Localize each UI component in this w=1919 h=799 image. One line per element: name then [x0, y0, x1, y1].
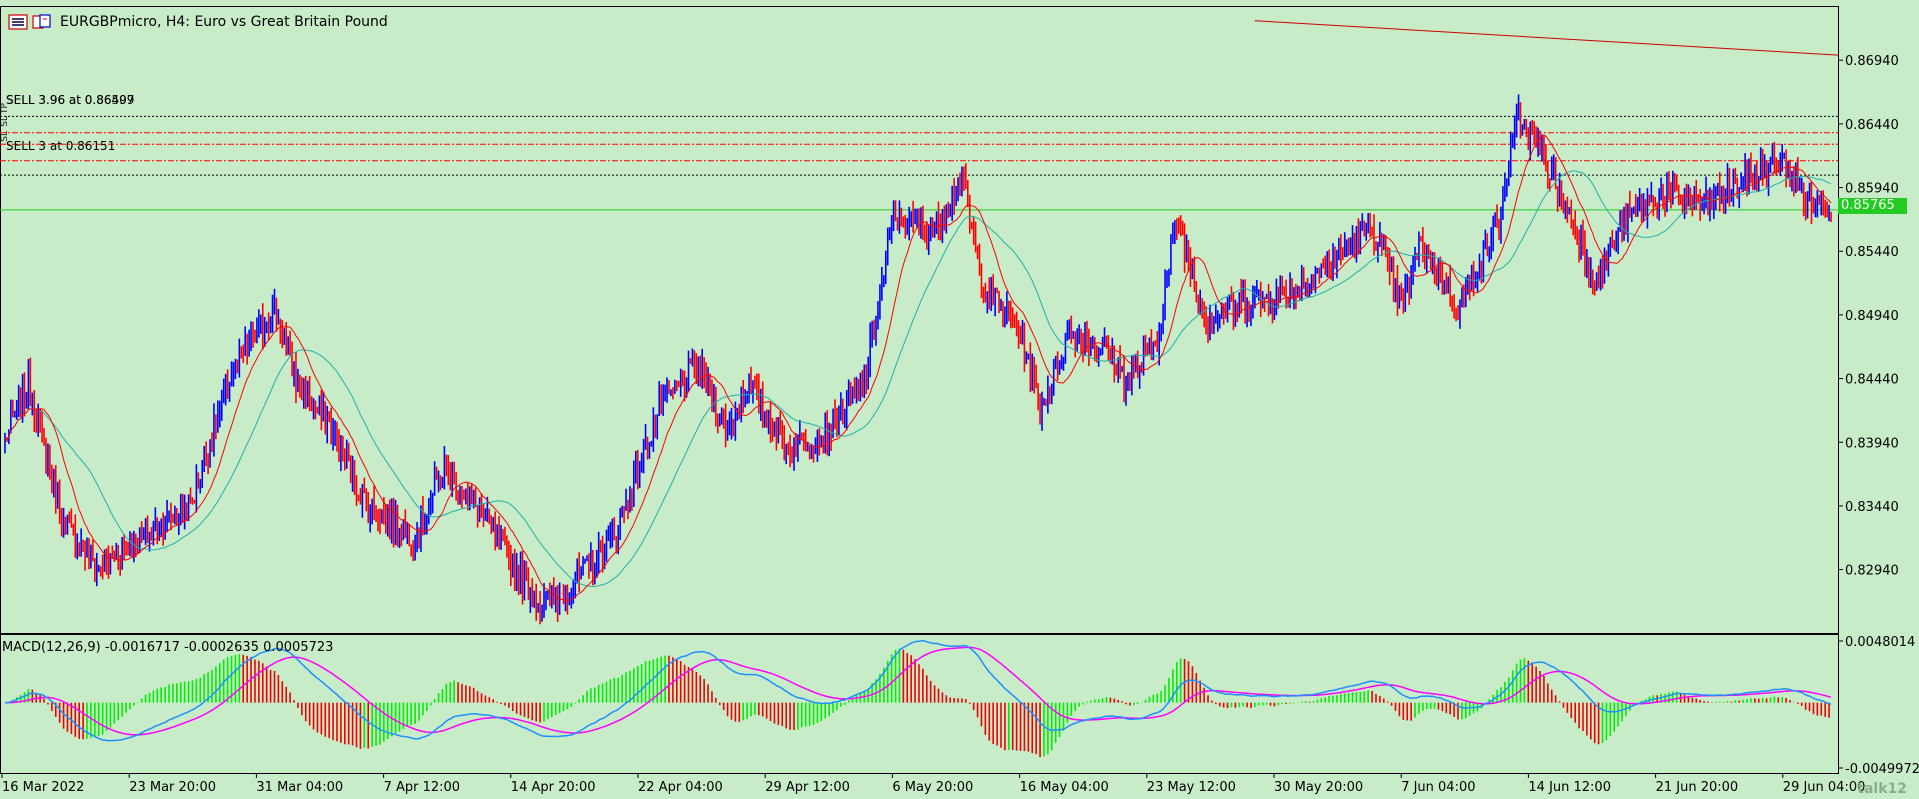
- time-tick-label: 7 Jun 04:00: [1401, 780, 1475, 795]
- time-tick-label: 31 Mar 04:00: [256, 780, 343, 795]
- chart-header: EURGBPmicro, H4: Euro vs Great Britain P…: [8, 13, 388, 31]
- time-tick-label: 30 May 20:00: [1274, 780, 1363, 795]
- symbol-icon[interactable]: [32, 14, 52, 30]
- trend-line: [1254, 20, 1839, 56]
- time-tick-label: 16 May 04:00: [1020, 780, 1109, 795]
- time-tick-label: 23 Mar 20:00: [129, 780, 216, 795]
- price-tick-label: 0.85940: [1845, 182, 1899, 197]
- time-tick-label: 29 Apr 12:00: [765, 780, 850, 795]
- time-tick-label: 21 Jun 20:00: [1656, 780, 1739, 795]
- watermark: talk12: [1857, 781, 1907, 797]
- time-tick-label: 23 May 12:00: [1147, 780, 1236, 795]
- time-tick-label: 22 Apr 04:00: [638, 780, 723, 795]
- tp-tag: TP: [0, 103, 10, 114]
- price-tick-label: 0.84940: [1845, 309, 1899, 324]
- price-tick-label: 0.84440: [1845, 373, 1899, 388]
- price-tick-label: 0.85440: [1845, 245, 1899, 260]
- price-tick-label: 0.83940: [1845, 436, 1899, 451]
- price-tick-label: 0.82940: [1845, 564, 1899, 579]
- current-price-tag: 0.85765: [1838, 198, 1907, 214]
- sl2-tag: SL: [0, 131, 10, 142]
- time-tick-label: 14 Apr 20:00: [511, 780, 596, 795]
- price-tick-label: 0.86440: [1845, 118, 1899, 133]
- time-tick-label: 6 May 20:00: [892, 780, 973, 795]
- time-tick-label: 14 Jun 12:00: [1528, 780, 1611, 795]
- ma-slow-line: [4, 170, 1832, 588]
- macd-tick-label: -0.0049972: [1845, 762, 1919, 777]
- time-tick-label: 16 Mar 2022: [2, 780, 84, 795]
- macd-indicator-label: MACD(12,26,9) -0.0016717 -0.0002635 0.00…: [2, 640, 334, 655]
- chart-menu-icon[interactable]: [8, 14, 28, 30]
- sell-order-label-b[interactable]: SELL 3.96 at 0.86507: [6, 93, 134, 107]
- symbol-title: EURGBPmicro, H4: Euro vs Great Britain P…: [60, 14, 388, 30]
- time-tick-label: 7 Apr 12:00: [384, 780, 461, 795]
- sell-order-label-c[interactable]: SELL 3 at 0.86151: [6, 139, 115, 153]
- macd-tick-label: 0.0048014: [1845, 635, 1915, 650]
- price-tick-label: 0.83440: [1845, 500, 1899, 515]
- time-tick-label: 29 Jun 04:00: [1783, 780, 1866, 795]
- price-tick-label: 0.86940: [1845, 54, 1899, 69]
- chart-canvas[interactable]: 0.86940 0.86440 0.85940 0.85440 0.84940 0.844…: [0, 0, 1919, 799]
- sl-tag: SL: [0, 116, 10, 127]
